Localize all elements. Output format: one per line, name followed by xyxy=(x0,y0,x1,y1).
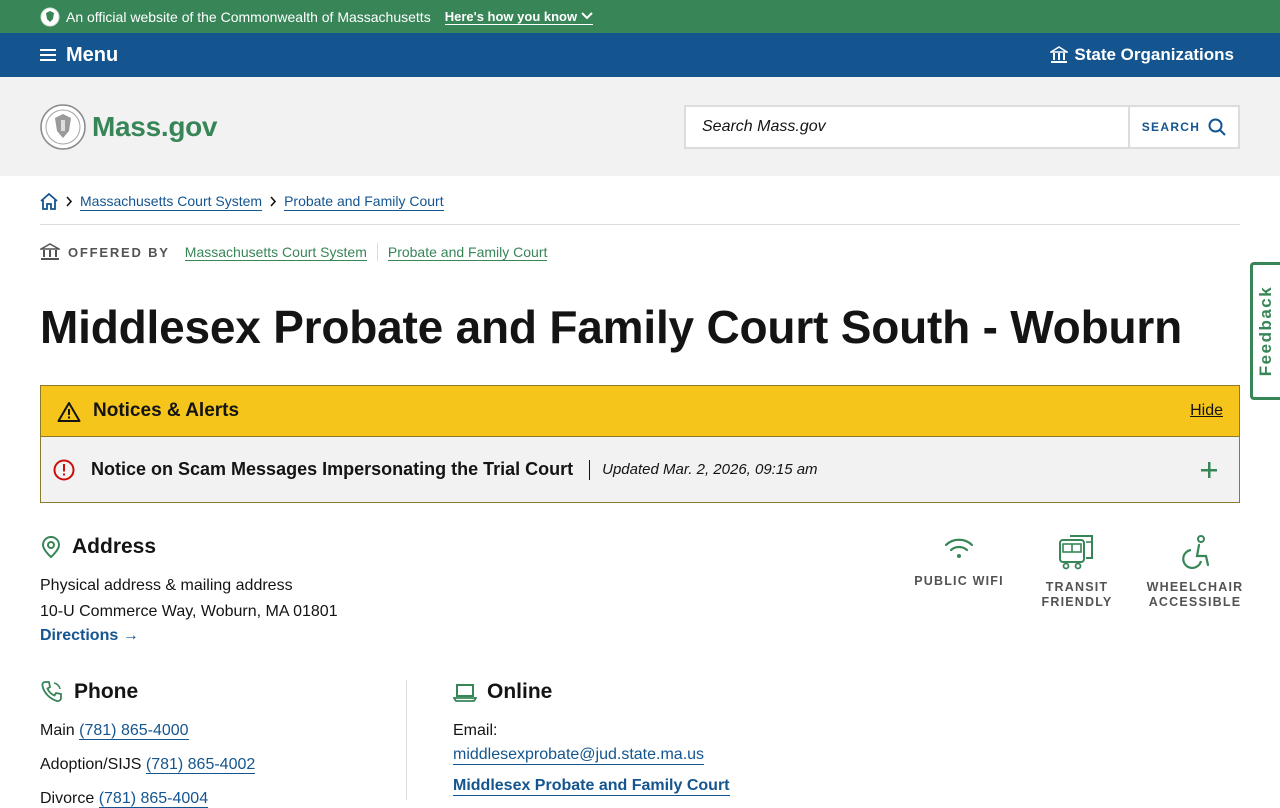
divider xyxy=(376,243,378,261)
expand-plus-icon[interactable] xyxy=(1201,461,1217,478)
hide-alerts-button[interactable]: Hide xyxy=(1190,402,1223,420)
phone-section: Phone Main (781) 865-4000 Adoption/SIJS … xyxy=(40,680,407,808)
address-line: 10-U Commerce Way, Woburn, MA 01801 xyxy=(40,603,338,620)
feedback-tab[interactable]: Feedback xyxy=(1250,262,1280,400)
amenity-transit-label: TRANSIT FRIENDLY xyxy=(1041,580,1113,609)
warning-icon xyxy=(57,401,81,422)
feedback-label: Feedback xyxy=(1256,285,1276,377)
search-button[interactable]: SEARCH xyxy=(1128,106,1238,147)
phone-number-link[interactable]: (781) 865-4000 xyxy=(79,722,189,740)
search-input[interactable] xyxy=(686,106,1128,147)
amenities: PUBLIC WIFI TRANSIT FRIENDLY WHEELCHAIR … xyxy=(914,534,1242,610)
address-section: Address Physical address & mailing addre… xyxy=(40,535,338,645)
alert-updated: Updated Mar. 2, 2026, 09:15 am xyxy=(589,459,818,480)
alert-item[interactable]: Notice on Scam Messages Impersonating th… xyxy=(41,437,1239,502)
laptop-icon xyxy=(453,684,477,702)
chevron-down-icon xyxy=(581,12,593,20)
phone-label: Adoption/SIJS xyxy=(40,756,142,773)
hamburger-icon xyxy=(40,49,56,61)
alerts-header: Notices & Alerts Hide xyxy=(41,386,1239,437)
offered-by-court-system[interactable]: Massachusetts Court System xyxy=(184,244,367,261)
phone-icon xyxy=(41,681,62,702)
phone-label: Divorce xyxy=(40,790,95,807)
search-button-label: SEARCH xyxy=(1141,119,1201,134)
home-icon[interactable] xyxy=(40,193,58,210)
menu-button[interactable]: Menu xyxy=(40,44,118,67)
email-link[interactable]: middlesexprobate@jud.state.ma.us xyxy=(453,746,705,765)
building-icon xyxy=(40,243,60,260)
how-you-know-link[interactable]: Here's how you know xyxy=(444,8,594,25)
alert-title: Notice on Scam Messages Impersonating th… xyxy=(91,459,574,479)
breadcrumb-court-system[interactable]: Massachusetts Court System xyxy=(80,193,263,211)
chevron-right-icon xyxy=(270,196,277,207)
online-section: Online Email: middlesexprobate@jud.state… xyxy=(453,680,730,796)
address-heading: Address xyxy=(40,535,338,559)
official-banner: An official website of the Commonwealth … xyxy=(0,0,1280,33)
address-type: Physical address & mailing address xyxy=(40,577,293,594)
online-heading-text: Online xyxy=(487,680,553,703)
how-you-know-label: Here's how you know xyxy=(444,8,578,24)
directions-link[interactable]: Directions → xyxy=(40,627,139,645)
online-heading: Online xyxy=(453,680,730,704)
alerts-title: Notices & Alerts xyxy=(93,400,240,421)
official-banner-text: An official website of the Commonwealth … xyxy=(66,8,431,25)
offered-by-probate-family-court[interactable]: Probate and Family Court xyxy=(387,244,548,261)
amenity-transit: TRANSIT FRIENDLY xyxy=(1032,534,1122,610)
online-court-link[interactable]: Middlesex Probate and Family Court xyxy=(453,777,730,796)
offered-by: OFFERED BY Massachusetts Court System Pr… xyxy=(40,243,548,261)
phone-row: Divorce (781) 865-4004 xyxy=(40,790,406,808)
phone-row: Main (781) 865-4000 xyxy=(40,722,406,740)
state-seal-icon xyxy=(40,103,86,150)
menu-label: Menu xyxy=(66,43,119,66)
building-icon xyxy=(1050,46,1069,63)
location-pin-icon xyxy=(41,535,61,559)
phone-heading: Phone xyxy=(40,680,406,704)
search-icon xyxy=(1208,118,1226,136)
amenity-wifi-label: PUBLIC WIFI xyxy=(914,574,1004,588)
phone-heading-text: Phone xyxy=(74,680,139,703)
seal-icon xyxy=(40,7,60,26)
offered-by-label: OFFERED BY xyxy=(68,244,170,260)
amenity-wheelchair-label: WHEELCHAIR ACCESSIBLE xyxy=(1146,580,1244,609)
phone-number-link[interactable]: (781) 865-4002 xyxy=(145,756,256,774)
breadcrumb: Massachusetts Court System Probate and F… xyxy=(40,191,1240,225)
site-header: Mass.gov SEARCH xyxy=(0,77,1280,176)
alert-circle-icon xyxy=(53,459,75,480)
breadcrumb-probate-family-court[interactable]: Probate and Family Court xyxy=(284,193,444,211)
address-heading-text: Address xyxy=(72,535,157,558)
page-title: Middlesex Probate and Family Court South… xyxy=(40,301,1182,353)
amenity-wheelchair: WHEELCHAIR ACCESSIBLE xyxy=(1147,534,1242,610)
logo-text: Mass.gov xyxy=(92,110,218,142)
state-organizations-label: State Organizations xyxy=(1074,45,1234,64)
state-organizations-button[interactable]: State Organizations xyxy=(1050,45,1234,65)
wifi-icon xyxy=(944,538,974,558)
chevron-right-icon xyxy=(66,196,73,207)
notices-alerts: Notices & Alerts Hide Notice on Scam Mes… xyxy=(40,385,1240,503)
main-nav: Menu State Organizations xyxy=(0,33,1280,77)
email-label: Email: xyxy=(453,722,498,739)
wheelchair-icon xyxy=(1182,535,1210,570)
amenity-wifi: PUBLIC WIFI xyxy=(914,534,1004,610)
phone-number-link[interactable]: (781) 865-4004 xyxy=(98,790,209,808)
mass-gov-logo[interactable]: Mass.gov xyxy=(40,103,218,150)
phone-row: Adoption/SIJS (781) 865-4002 xyxy=(40,756,406,774)
bus-icon xyxy=(1059,535,1093,570)
site-search: SEARCH xyxy=(684,104,1240,149)
phone-label: Main xyxy=(40,722,75,739)
